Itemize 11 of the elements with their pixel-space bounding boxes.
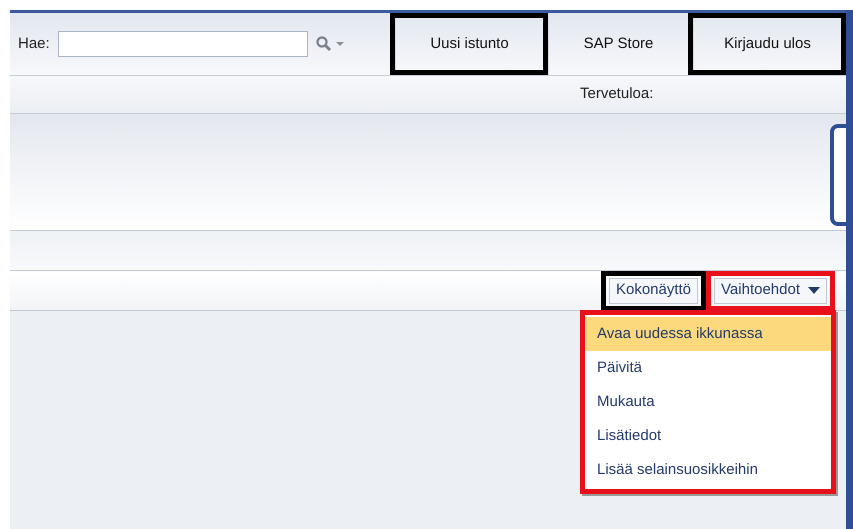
fullscreen-button[interactable]: Kokonäyttö — [608, 278, 698, 304]
search-label: Hae: — [18, 34, 50, 54]
caret-icon — [808, 286, 820, 294]
options-dropdown-button[interactable]: Vaihtoehdot — [714, 278, 827, 304]
search-field[interactable] — [58, 31, 308, 57]
search-icon[interactable] — [316, 36, 346, 52]
header-button[interactable]: Kirjaudu ulos — [693, 18, 841, 70]
menu-item[interactable]: Avaa uudessa ikkunassa — [585, 317, 831, 351]
header-button[interactable]: Uusi istunto — [395, 18, 543, 70]
welcome-text: Tervetuloa: — [580, 84, 654, 104]
header-button[interactable]: SAP Store — [548, 13, 688, 75]
